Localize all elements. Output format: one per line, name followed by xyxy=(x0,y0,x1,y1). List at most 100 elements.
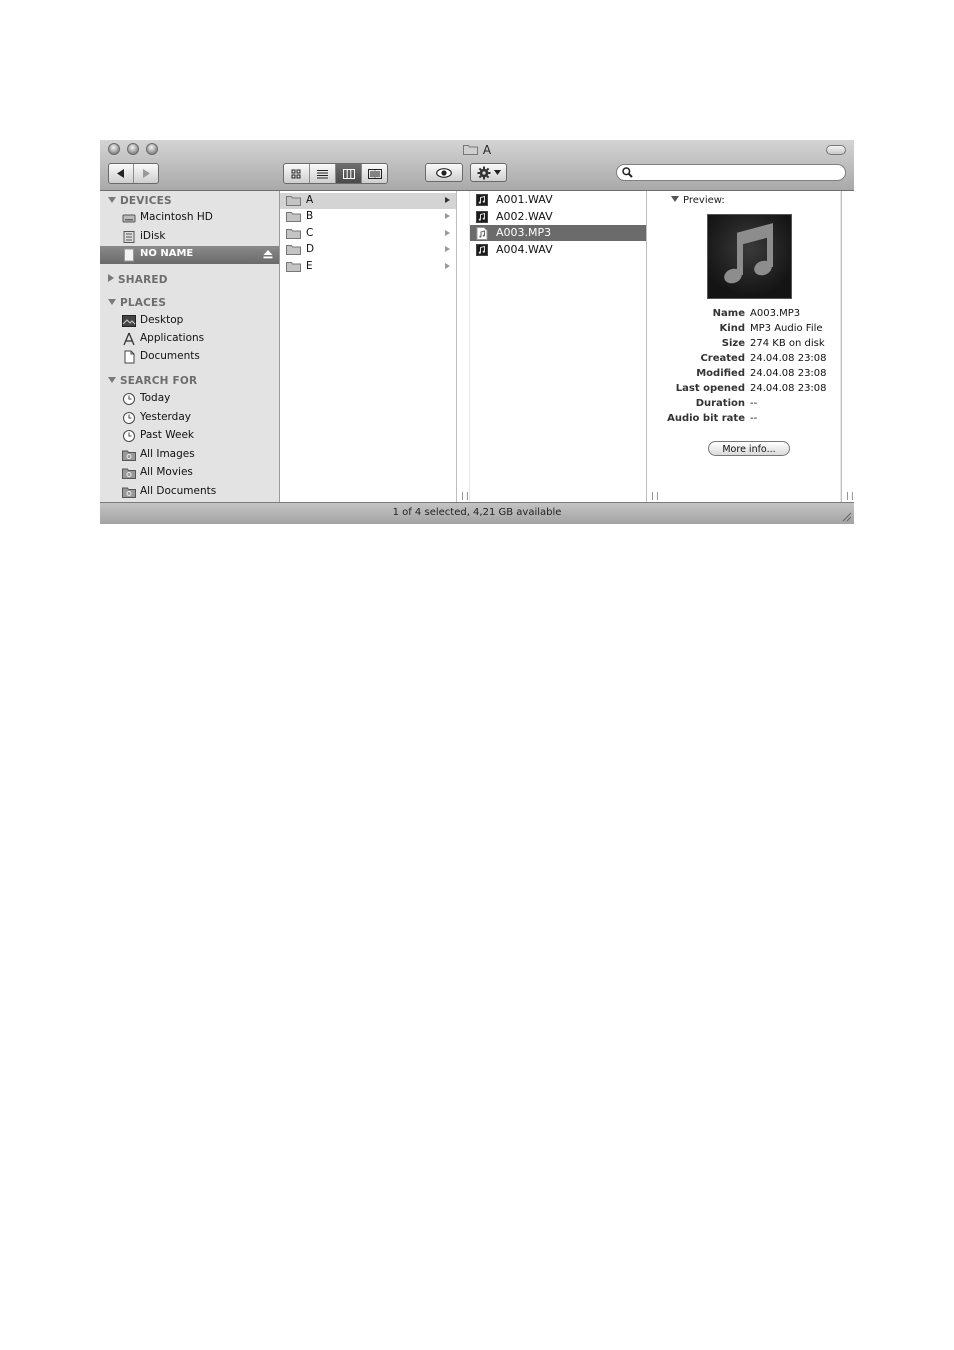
list-view-icon xyxy=(317,169,328,178)
sidebar-section-devices[interactable]: DEVICES xyxy=(108,195,172,207)
folder-row-a[interactable]: A xyxy=(280,193,456,209)
disclosure-down-icon xyxy=(108,299,116,305)
more-info-button[interactable]: More info... xyxy=(708,441,790,456)
sidebar-section-shared[interactable]: SHARED xyxy=(108,274,168,286)
folder-icon xyxy=(462,145,478,155)
sidebar-section-places[interactable]: PLACES xyxy=(108,297,166,309)
eject-icon[interactable] xyxy=(263,249,273,259)
chevron-right-icon xyxy=(445,263,450,269)
window-title: A xyxy=(100,143,854,157)
disclosure-down-icon xyxy=(671,196,679,202)
eye-icon xyxy=(436,167,452,178)
sidebar-item-idisk[interactable]: iDisk xyxy=(100,228,279,246)
folder-row-c[interactable]: C xyxy=(280,226,456,242)
quicklook-button[interactable] xyxy=(425,163,463,182)
preview-column: Preview: Name A003.MP3 Kind MP3 Audio File… xyxy=(659,191,840,502)
folder-row-b[interactable]: B xyxy=(280,209,456,225)
info-row-size: Size 274 KB on disk xyxy=(721,338,825,349)
disclosure-right-icon xyxy=(108,274,114,282)
clock-icon xyxy=(123,430,135,442)
info-row-modified: Modified 24.04.08 23:08 xyxy=(696,368,827,379)
search-field[interactable] xyxy=(616,164,846,181)
toolbar-toggle-button[interactable] xyxy=(826,145,846,155)
info-row-kind: Kind MP3 Audio File xyxy=(719,323,823,334)
preview-header[interactable]: Preview: xyxy=(671,195,725,206)
file-row-a004[interactable]: A004.WAV xyxy=(470,242,646,258)
column-resize-gap: || xyxy=(457,191,470,502)
icon-view-button[interactable] xyxy=(284,164,309,183)
finder-window: A DEVICES Macintosh HD iDisk NO NAME SHA… xyxy=(100,140,854,524)
chevron-right-icon xyxy=(445,246,450,252)
resize-grip-icon[interactable] xyxy=(840,510,852,522)
audio-file-icon xyxy=(476,211,488,223)
back-forward-group xyxy=(108,163,159,184)
sidebar-item-documents[interactable]: Documents xyxy=(100,348,279,366)
preview-artwork xyxy=(707,214,792,299)
info-row-last-opened: Last opened 24.04.08 23:08 xyxy=(675,383,827,394)
audio-file-icon xyxy=(476,194,488,206)
smart-folder-icon xyxy=(122,468,136,479)
file-row-a001[interactable]: A001.WAV xyxy=(470,192,646,208)
sidebar: DEVICES Macintosh HD iDisk NO NAME SHARE… xyxy=(100,191,280,502)
clock-icon xyxy=(123,412,135,424)
removable-disk-icon xyxy=(124,248,134,262)
coverflow-view-icon xyxy=(367,168,382,179)
folder-icon xyxy=(286,196,301,206)
back-button[interactable] xyxy=(109,164,133,183)
coverflow-view-button[interactable] xyxy=(361,164,387,183)
info-row-created: Created 24.04.08 23:08 xyxy=(700,353,827,364)
sidebar-item-desktop[interactable]: Desktop xyxy=(100,312,279,330)
folder-row-d[interactable]: D xyxy=(280,242,456,258)
desktop-icon xyxy=(122,315,136,327)
column-resize-handle[interactable]: || xyxy=(845,491,854,500)
sidebar-item-past-week[interactable]: Past Week xyxy=(100,427,279,445)
sidebar-item-yesterday[interactable]: Yesterday xyxy=(100,409,279,427)
disclosure-down-icon xyxy=(108,377,116,383)
status-bar: 1 of 4 selected, 4,21 GB available xyxy=(100,502,854,524)
sidebar-item-all-images[interactable]: All Images xyxy=(100,446,279,464)
folder-column: A B C D E xyxy=(280,191,457,502)
sidebar-section-search-for[interactable]: SEARCH FOR xyxy=(108,375,197,387)
search-input[interactable] xyxy=(637,166,841,181)
info-row-audio-bit-rate: Audio bit rate -- xyxy=(667,413,758,424)
forward-button[interactable] xyxy=(133,164,158,183)
status-text: 1 of 4 selected, 4,21 GB available xyxy=(392,507,562,518)
file-row-a002[interactable]: A002.WAV xyxy=(470,209,646,225)
file-row-a003[interactable]: A003.MP3 xyxy=(470,225,646,241)
sidebar-item-all-documents[interactable]: All Documents xyxy=(100,483,279,501)
column-view-button[interactable] xyxy=(335,164,361,183)
sidebar-item-all-movies[interactable]: All Movies xyxy=(100,464,279,482)
folder-icon xyxy=(286,262,301,272)
documents-icon xyxy=(124,350,135,364)
music-note-icon xyxy=(724,223,773,284)
action-menu-button[interactable] xyxy=(470,163,507,182)
chevron-right-icon xyxy=(445,197,450,203)
chevron-right-icon xyxy=(445,213,450,219)
file-column: A001.WAV A002.WAV A003.MP3 A004.WAV xyxy=(470,191,647,502)
smart-folder-icon xyxy=(122,487,136,498)
forward-arrow-icon xyxy=(143,169,150,178)
title-toolbar: A xyxy=(100,140,854,191)
window-title-text: A xyxy=(482,143,492,157)
list-view-button[interactable] xyxy=(309,164,335,183)
chevron-down-icon xyxy=(493,170,501,175)
column-resize-handle[interactable]: || xyxy=(460,491,470,500)
audio-file-icon xyxy=(476,244,488,256)
column-resize-gap: || xyxy=(841,191,854,502)
info-row-name: Name A003.MP3 xyxy=(712,308,801,319)
folder-icon xyxy=(286,229,301,239)
sidebar-item-no-name[interactable]: NO NAME xyxy=(100,246,279,264)
mp3-file-icon xyxy=(476,227,488,240)
view-mode-group xyxy=(283,163,388,184)
back-arrow-icon xyxy=(117,169,124,178)
clock-icon xyxy=(123,393,135,405)
hard-drive-icon xyxy=(122,214,136,223)
sidebar-item-today[interactable]: Today xyxy=(100,390,279,408)
folder-row-e[interactable]: E xyxy=(280,259,456,275)
sidebar-item-macintosh-hd[interactable]: Macintosh HD xyxy=(100,209,279,227)
gear-icon xyxy=(477,166,490,179)
folder-icon xyxy=(286,212,301,222)
info-row-duration: Duration -- xyxy=(695,398,758,409)
sidebar-item-applications[interactable]: Applications xyxy=(100,330,279,348)
column-resize-gap: || xyxy=(647,191,660,502)
